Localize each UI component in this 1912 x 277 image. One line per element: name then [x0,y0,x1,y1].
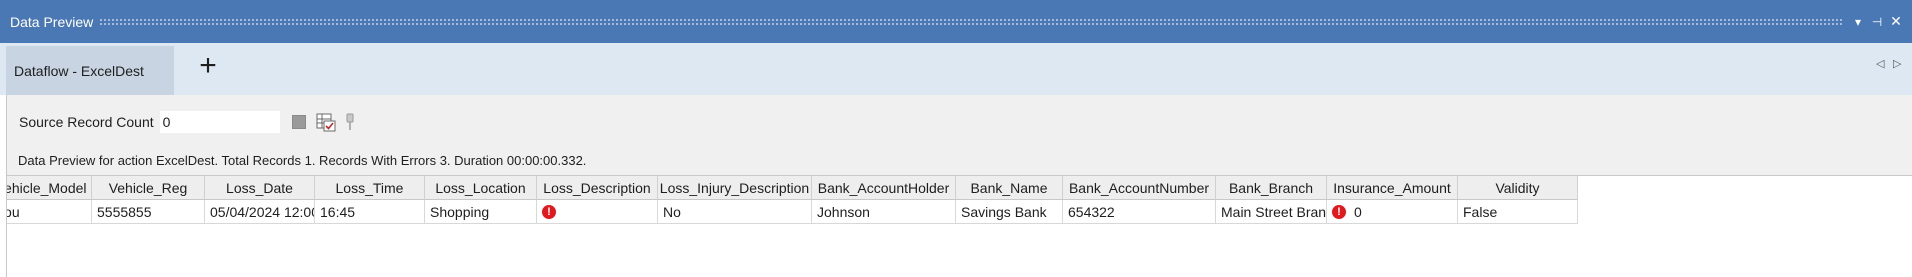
cell-loss-injury-description[interactable]: No [658,200,812,224]
add-tab-button[interactable]: + [192,49,224,82]
cell-loss-date[interactable]: 05/04/2024 12:00: [205,200,315,224]
cell-value: Savings Bank [961,203,1047,220]
source-count-row: Source Record Count [19,110,356,134]
error-circle-icon[interactable]: ! [542,204,556,219]
pin-window-icon[interactable]: ⊣ [1869,14,1885,30]
panel-titlebar: Data Preview ▾ ⊣ ✕ [0,0,1912,43]
scroll-left-icon[interactable]: ◁ [1876,57,1884,70]
cell-loss-time[interactable]: 16:45 [315,200,425,224]
grid-check-icon[interactable] [316,112,336,132]
tab-strip: Dataflow - ExcelDest + ◁ ▷ [0,43,1912,95]
data-grid: Vehicle_ModelVehicle_RegLoss_DateLoss_Ti… [7,175,1912,277]
scroll-right-icon[interactable]: ▷ [1893,57,1901,70]
column-header-loss-injury-description[interactable]: Loss_Injury_Description [658,176,812,200]
close-icon[interactable]: ✕ [1888,13,1904,30]
grid-header-row: Vehicle_ModelVehicle_RegLoss_DateLoss_Ti… [7,176,1578,200]
column-header-vehicle-model[interactable]: Vehicle_Model [7,176,92,200]
title-grip[interactable] [99,17,1842,26]
column-header-bank-accountholder[interactable]: Bank_AccountHolder [812,176,956,200]
cell-value: You [7,203,20,220]
cell-validity[interactable]: False [1458,200,1578,224]
panel-title: Data Preview [10,13,94,30]
cell-bank-accountnumber[interactable]: 654322 [1063,200,1216,224]
cell-value: False [1463,203,1498,220]
tab-dataflow-exceldest[interactable]: Dataflow - ExcelDest [6,46,174,95]
cell-bank-accountholder[interactable]: Johnson [812,200,956,224]
preview-summary: Data Preview for action ExcelDest. Total… [18,153,587,168]
column-header-loss-description[interactable]: Loss_Description [537,176,658,200]
cell-value: 5555855 [97,203,152,220]
cell-value: 05/04/2024 12:00: [210,203,315,220]
column-header-validity[interactable]: Validity [1458,176,1578,200]
column-header-bank-accountnumber[interactable]: Bank_AccountNumber [1063,176,1216,200]
column-header-insurance-amount[interactable]: Insurance_Amount [1327,176,1458,200]
column-header-bank-name[interactable]: Bank_Name [956,176,1063,200]
cell-insurance-amount[interactable]: ! 0 [1327,200,1458,224]
cell-value: Johnson [817,203,870,220]
cell-bank-name[interactable]: Savings Bank [956,200,1063,224]
cell-loss-description[interactable]: ! [537,200,658,224]
cell-value: 0 [1354,203,1362,220]
cell-value: 16:45 [320,203,356,220]
dropdown-icon[interactable]: ▾ [1850,14,1866,30]
column-header-loss-time[interactable]: Loss_Time [315,176,425,200]
source-count-input[interactable] [159,111,280,133]
pin-icon[interactable] [344,113,356,131]
column-header-bank-branch[interactable]: Bank_Branch [1216,176,1327,200]
column-header-loss-date[interactable]: Loss_Date [205,176,315,200]
cell-value: Shopping [430,203,490,220]
grid-body: You 5555855 05/04/2024 12:00: 16:45 Shopping… [7,200,1578,224]
preview-panel: Source Record Count Data Preview for act… [6,95,1912,277]
cell-vehicle-reg[interactable]: 5555855 [92,200,205,224]
error-circle-icon[interactable]: ! [1332,204,1346,219]
cell-value: 654322 [1068,203,1115,220]
cell-bank-branch[interactable]: Main Street Branc [1216,200,1327,224]
column-header-loss-location[interactable]: Loss_Location [425,176,537,200]
stop-icon[interactable] [291,115,306,129]
tab-label: Dataflow - ExcelDest [14,62,144,79]
cell-vehicle-model[interactable]: You [7,200,92,224]
cell-value: Main Street Branc [1221,203,1327,220]
source-count-label: Source Record Count [19,114,154,130]
table-row[interactable]: You 5555855 05/04/2024 12:00: 16:45 Shopping… [7,200,1578,224]
cell-loss-location[interactable]: Shopping [425,200,537,224]
column-header-vehicle-reg[interactable]: Vehicle_Reg [92,176,205,200]
cell-value: No [663,203,681,220]
